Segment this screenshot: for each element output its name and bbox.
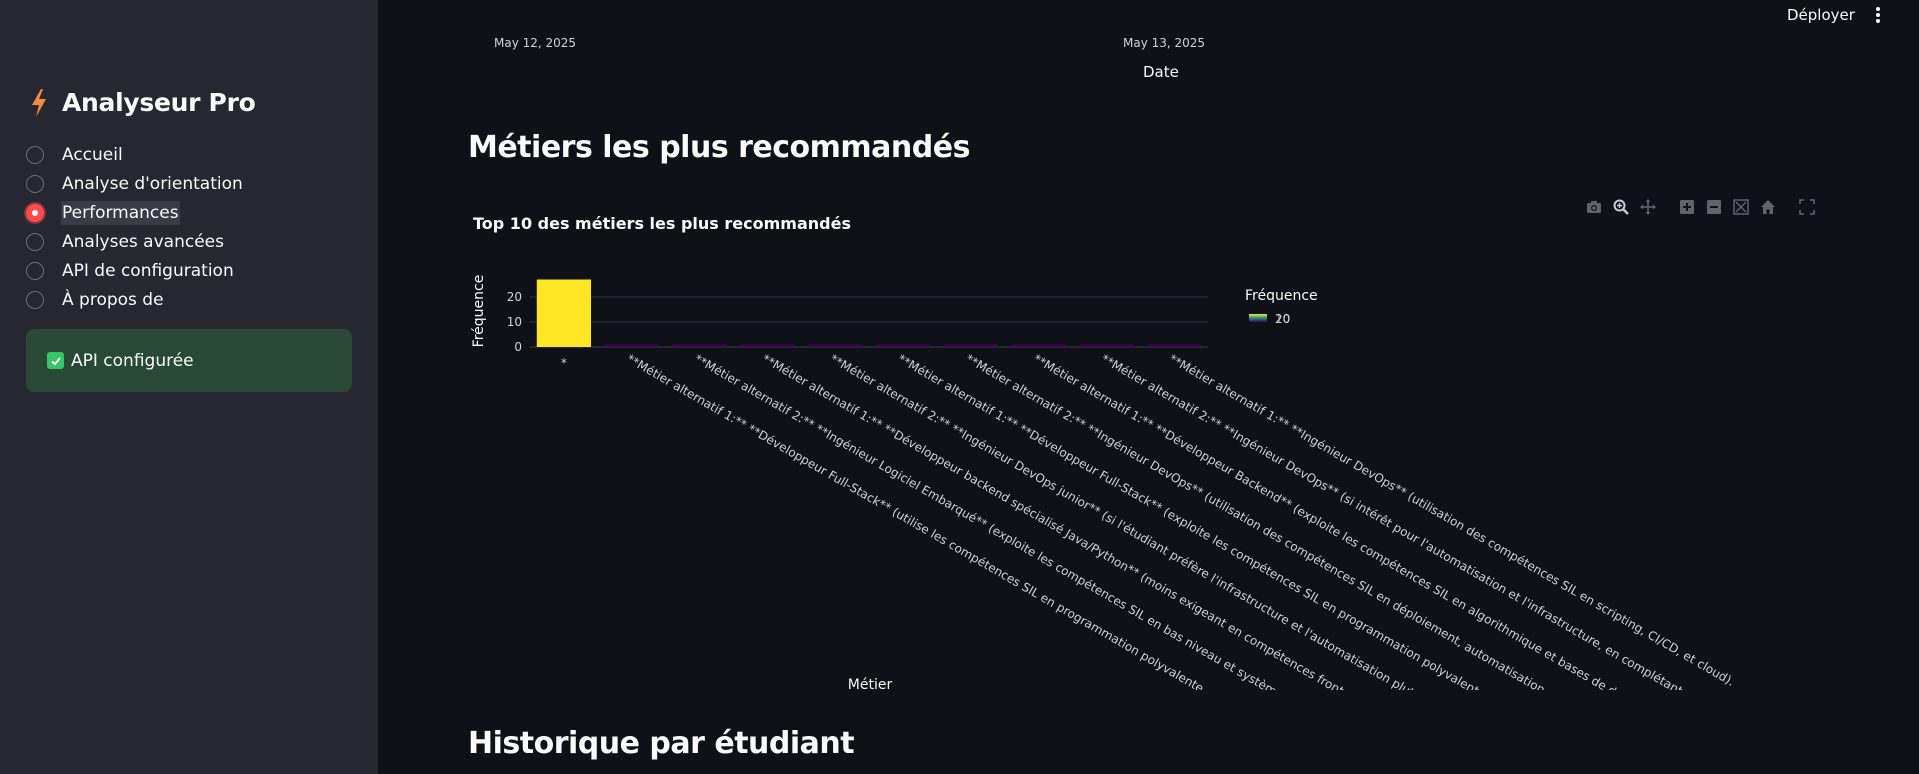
- recommended-jobs-chart: Top 10 des métiers les plus recommandés …: [471, 214, 1737, 719]
- chart-bar[interactable]: [536, 279, 592, 348]
- chart-bar[interactable]: [943, 344, 998, 348]
- y-tick-label: 20: [507, 290, 522, 304]
- x-tick-label: *: [561, 356, 567, 370]
- y-tick-label: 10: [507, 315, 522, 329]
- chart-title: Top 10 des métiers les plus recommandés: [473, 214, 851, 233]
- chart-bar[interactable]: [672, 344, 727, 348]
- chart-bar[interactable]: [807, 344, 863, 348]
- section-title-history: Historique par étudiant: [468, 726, 855, 761]
- chart-bar[interactable]: [875, 344, 931, 348]
- x-tick-label: **Métier alternatif 2:** **Ingénieur Dev…: [1099, 351, 1723, 719]
- chart-bar[interactable]: [1011, 344, 1066, 348]
- y-tick-label: 0: [514, 340, 522, 354]
- chart-bar[interactable]: [740, 344, 795, 348]
- legend-entry: 10: [1275, 312, 1290, 326]
- chart-xlabel: Métier: [848, 677, 893, 693]
- chart-bar[interactable]: [1079, 344, 1134, 348]
- chart-bar[interactable]: [604, 344, 659, 348]
- legend-title: Fréquence: [1245, 288, 1318, 304]
- chart-ylabel: Fréquence: [471, 275, 487, 348]
- legend-swatch: [1249, 314, 1267, 322]
- chart-bar[interactable]: [1146, 344, 1202, 348]
